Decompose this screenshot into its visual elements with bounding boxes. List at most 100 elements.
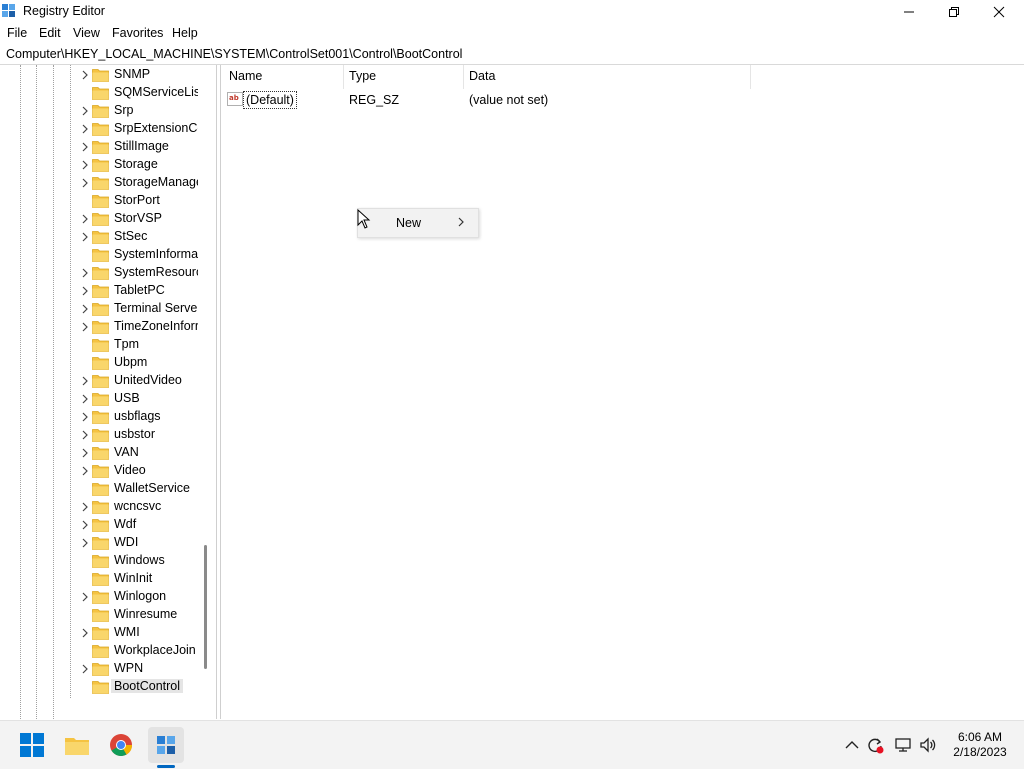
tree-node[interactable]: WalletService bbox=[0, 480, 200, 498]
system-clock[interactable]: 6:06 AM 2/18/2023 bbox=[948, 730, 1012, 760]
tree-node[interactable]: usbflags bbox=[0, 408, 200, 426]
tree-node[interactable]: TimeZoneInforr bbox=[0, 318, 200, 336]
restore-button[interactable] bbox=[931, 0, 977, 24]
chevron-right-icon[interactable] bbox=[79, 213, 91, 225]
tree-node[interactable]: Ubpm bbox=[0, 354, 200, 372]
folder-icon bbox=[92, 123, 109, 136]
tree-node[interactable]: SystemInformat bbox=[0, 246, 200, 264]
tree-node-label: VAN bbox=[114, 445, 139, 459]
context-menu-new[interactable]: New bbox=[396, 216, 421, 230]
chevron-right-icon[interactable] bbox=[79, 285, 91, 297]
chevron-right-icon[interactable] bbox=[79, 627, 91, 639]
clock-time: 6:06 AM bbox=[957, 730, 1003, 744]
menu-help[interactable]: Help bbox=[172, 26, 198, 40]
folder-icon bbox=[92, 321, 109, 334]
value-list[interactable]: Name Type Data ab (Default) REG_SZ (valu… bbox=[220, 65, 1024, 719]
chevron-right-icon[interactable] bbox=[79, 159, 91, 171]
tree-node[interactable]: WDI bbox=[0, 534, 200, 552]
tree-node[interactable]: StorVSP bbox=[0, 210, 200, 228]
chevron-right-icon[interactable] bbox=[79, 447, 91, 459]
registry-editor-taskbar-button[interactable] bbox=[148, 727, 184, 763]
menu-edit[interactable]: Edit bbox=[39, 26, 61, 40]
tree-node[interactable]: VAN bbox=[0, 444, 200, 462]
start-button[interactable] bbox=[14, 727, 50, 763]
chevron-up-icon[interactable] bbox=[843, 736, 861, 754]
tree-node-label: StorPort bbox=[114, 193, 160, 207]
address-path[interactable]: Computer\HKEY_LOCAL_MACHINE\SYSTEM\Contr… bbox=[6, 47, 462, 61]
value-name[interactable]: (Default) bbox=[243, 91, 297, 109]
tree-node[interactable]: TabletPC bbox=[0, 282, 200, 300]
volume-icon[interactable] bbox=[919, 736, 937, 754]
tree-node[interactable]: StSec bbox=[0, 228, 200, 246]
chevron-right-icon[interactable] bbox=[79, 501, 91, 513]
chrome-button[interactable] bbox=[103, 727, 139, 763]
column-divider[interactable] bbox=[750, 65, 751, 89]
column-header-data[interactable]: Data bbox=[469, 69, 495, 87]
menu-favorites[interactable]: Favorites bbox=[112, 26, 163, 40]
chevron-right-icon[interactable] bbox=[79, 105, 91, 117]
column-divider[interactable] bbox=[343, 65, 344, 89]
tree-node[interactable]: SQMServiceList bbox=[0, 84, 200, 102]
tree-node[interactable]: usbstor bbox=[0, 426, 200, 444]
chevron-right-icon[interactable] bbox=[79, 267, 91, 279]
tree-node[interactable]: StorageManage bbox=[0, 174, 200, 192]
tree-node[interactable]: StillImage bbox=[0, 138, 200, 156]
tree-node[interactable]: Tpm bbox=[0, 336, 200, 354]
tree-node[interactable]: Wdf bbox=[0, 516, 200, 534]
key-tree[interactable]: SNMP SQMServiceList Srp SrpExtensionCo Still… bbox=[0, 65, 217, 719]
menu-file[interactable]: File bbox=[7, 26, 27, 40]
chevron-right-icon[interactable] bbox=[79, 591, 91, 603]
tree-node[interactable]: WMI bbox=[0, 624, 200, 642]
tree-vertical-scrollbar[interactable] bbox=[204, 545, 207, 669]
folder-icon bbox=[92, 69, 109, 82]
column-divider[interactable] bbox=[463, 65, 464, 89]
chrome-icon bbox=[110, 734, 132, 756]
tree-node[interactable]: WinInit bbox=[0, 570, 200, 588]
minimize-button[interactable] bbox=[886, 0, 932, 24]
tree-node[interactable]: StorPort bbox=[0, 192, 200, 210]
network-icon[interactable] bbox=[894, 736, 912, 754]
tree-node[interactable]: wcncsvc bbox=[0, 498, 200, 516]
menu-view[interactable]: View bbox=[73, 26, 100, 40]
tree-node[interactable]: SNMP bbox=[0, 66, 200, 84]
tree-node[interactable]: Winresume bbox=[0, 606, 200, 624]
value-row[interactable]: ab (Default) REG_SZ (value not set) bbox=[221, 89, 751, 109]
chevron-right-icon[interactable] bbox=[79, 429, 91, 441]
chevron-right-icon[interactable] bbox=[79, 141, 91, 153]
tree-node[interactable]: Srp bbox=[0, 102, 200, 120]
sync-icon[interactable] bbox=[866, 736, 884, 754]
close-button[interactable] bbox=[976, 0, 1022, 24]
tree-node[interactable]: BootControl bbox=[0, 678, 200, 696]
chevron-right-icon[interactable] bbox=[79, 231, 91, 243]
tree-node[interactable]: Terminal Server bbox=[0, 300, 200, 318]
folder-icon bbox=[92, 537, 109, 550]
chevron-right-icon[interactable] bbox=[79, 375, 91, 387]
tree-node[interactable]: Winlogon bbox=[0, 588, 200, 606]
registry-editor-icon bbox=[2, 4, 15, 17]
tree-node[interactable]: Video bbox=[0, 462, 200, 480]
folder-icon bbox=[92, 501, 109, 514]
tree-node[interactable]: SrpExtensionCo bbox=[0, 120, 200, 138]
tree-node[interactable]: SystemResource bbox=[0, 264, 200, 282]
chevron-right-icon[interactable] bbox=[79, 69, 91, 81]
chevron-right-icon[interactable] bbox=[79, 663, 91, 675]
chevron-right-icon[interactable] bbox=[79, 123, 91, 135]
tree-node[interactable]: WPN bbox=[0, 660, 200, 678]
chevron-right-icon[interactable] bbox=[79, 411, 91, 423]
chevron-right-icon[interactable] bbox=[79, 321, 91, 333]
file-explorer-button[interactable] bbox=[59, 727, 95, 763]
tree-node[interactable]: WorkplaceJoin bbox=[0, 642, 200, 660]
tree-node[interactable]: UnitedVideo bbox=[0, 372, 200, 390]
chevron-right-icon[interactable] bbox=[79, 393, 91, 405]
tree-node[interactable]: USB bbox=[0, 390, 200, 408]
column-header-type[interactable]: Type bbox=[349, 69, 376, 87]
chevron-right-icon[interactable] bbox=[79, 519, 91, 531]
chevron-right-icon[interactable] bbox=[79, 537, 91, 549]
column-header-name[interactable]: Name bbox=[229, 69, 262, 87]
chevron-right-icon[interactable] bbox=[79, 303, 91, 315]
tree-node[interactable]: Windows bbox=[0, 552, 200, 570]
chevron-right-icon[interactable] bbox=[79, 465, 91, 477]
address-bar[interactable]: Computer\HKEY_LOCAL_MACHINE\SYSTEM\Contr… bbox=[0, 43, 1024, 65]
tree-node[interactable]: Storage bbox=[0, 156, 200, 174]
chevron-right-icon[interactable] bbox=[79, 177, 91, 189]
